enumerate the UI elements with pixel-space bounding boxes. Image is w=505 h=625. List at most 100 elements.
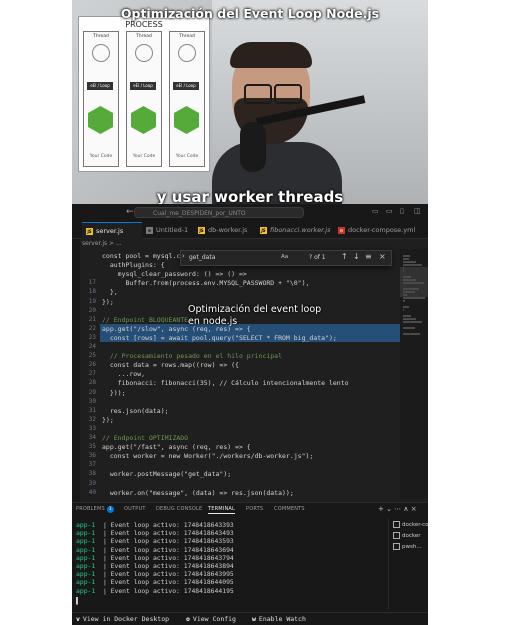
terminal-line: app-1 | Event loop activo: 1748418643894 xyxy=(76,562,234,570)
sidebar-toggle-icon[interactable]: ▯ xyxy=(400,207,410,217)
minimap-line xyxy=(403,309,405,311)
panel-actions[interactable]: + ⌄ ⋯ ∧ × xyxy=(378,505,417,513)
tab-label: fibonacci.worker.js xyxy=(270,226,331,234)
your-code-label: Your Code xyxy=(175,154,199,159)
code-line: // Endpoint BLOQUEANTE xyxy=(102,315,189,324)
layout-icon[interactable]: ▭ xyxy=(372,207,382,217)
line-number: 36 xyxy=(88,452,96,460)
container-name: app-1 xyxy=(76,537,96,546)
thread-label: Thread xyxy=(93,34,109,39)
terminal-line: app-1 | Event loop activo: 1748418644095 xyxy=(76,578,234,586)
terminal-line: app-1 | Event loop activo: 1748418643593 xyxy=(76,537,234,545)
minimap[interactable] xyxy=(400,249,428,499)
code-line: ...row, xyxy=(102,370,146,379)
minimap-line xyxy=(403,264,422,266)
previous-match-icon[interactable]: ↑ xyxy=(341,252,348,261)
log-text: Event loop activo: 1748418643493 xyxy=(110,529,234,538)
command-center[interactable]: Cual_me_DESPIDEN_por_UNTO xyxy=(134,207,304,218)
tab-terminal[interactable]: TERMINAL xyxy=(208,506,236,514)
code-editor[interactable]: 17 18 19 20 21 22 23 24 25 26 27 28 29 30 31 32 33 34 35 36… xyxy=(80,249,400,499)
close-icon[interactable]: × xyxy=(379,252,386,261)
loop-icon xyxy=(178,44,196,62)
js-file-icon: JS xyxy=(260,226,267,234)
video-title: Optimización del Event Loop Node.js xyxy=(120,6,380,21)
loop-icon xyxy=(92,44,110,62)
back-arrow-icon[interactable]: ← xyxy=(126,207,134,217)
line-number: 38 xyxy=(88,470,96,478)
minimap-line xyxy=(403,306,409,308)
window-menu-icon[interactable]: ◫ xyxy=(414,207,424,217)
video-frame: PROCESS Thread eEl / Loop Your Code Thre… xyxy=(72,0,428,625)
code-line: authPlugins: { xyxy=(102,261,165,270)
minimap-line xyxy=(403,294,407,296)
tab-problems[interactable]: PROBLEMS 1 xyxy=(76,506,114,513)
minimap-line xyxy=(403,270,405,272)
line-number: 29 xyxy=(88,388,96,396)
event-loop-label: eEl / Loop xyxy=(130,82,156,90)
event-loop-label: eEl / Loop xyxy=(87,82,113,90)
view-in-docker-desktop[interactable]: v View in Docker Desktop xyxy=(76,615,169,623)
code-line: const [rows] = await pool.query("SELECT … xyxy=(102,333,337,342)
line-number: 20 xyxy=(88,306,96,314)
nodejs-icon xyxy=(131,106,156,134)
minimap-line xyxy=(403,297,425,299)
tab-db-worker-js[interactable]: JS db-worker.js xyxy=(194,222,258,238)
tab-docker-compose-yml[interactable]: ⚙ docker-compose.yml xyxy=(334,222,428,238)
microphone xyxy=(240,122,266,172)
video-caption: y usar worker threads xyxy=(156,188,344,204)
tab-label: Untitled-1 xyxy=(156,226,189,234)
code-line: })); xyxy=(102,388,126,397)
docker-shortcut-bar: v View in Docker Desktop o View Config w En… xyxy=(72,612,428,625)
log-text: Event loop activo: 1748418643393 xyxy=(110,521,234,529)
terminal-instance[interactable]: docker xyxy=(393,532,421,539)
loop-icon xyxy=(135,44,153,62)
terminal-line: app-1 | Event loop activo: 1748418643393 xyxy=(76,521,234,529)
minimap-line xyxy=(403,333,421,335)
terminal-instance-label: docker-co... xyxy=(402,522,428,528)
enable-watch[interactable]: w Enable Watch xyxy=(252,615,306,623)
terminal-instance[interactable]: pwsh... xyxy=(393,543,422,550)
tab-output[interactable]: OUTPUT xyxy=(124,506,146,512)
terminal-instance[interactable]: docker-co... xyxy=(393,521,428,528)
code-line: }); xyxy=(102,415,114,424)
code-line: const worker = new Worker("./workers/db-… xyxy=(102,452,314,461)
tab-debug-console[interactable]: DEBUG CONSOLE xyxy=(156,506,202,512)
js-file-icon: JS xyxy=(86,227,93,235)
tab-server-js[interactable]: JS server.js xyxy=(82,222,142,239)
problems-count-badge: 1 xyxy=(106,506,114,513)
find-in-selection-icon[interactable]: ≡ xyxy=(365,252,372,261)
log-text: Event loop activo: 1748418643593 xyxy=(110,537,234,546)
line-number: 30 xyxy=(88,397,96,405)
line-number: 22 xyxy=(88,324,96,332)
match-case-toggle[interactable]: Aa xyxy=(281,254,288,260)
line-number: 23 xyxy=(88,333,96,341)
container-name: app-1 xyxy=(76,586,96,595)
tab-ports[interactable]: PORTS xyxy=(246,506,263,512)
code-line: const pool = mysql.cr xyxy=(102,252,185,260)
terminal-output[interactable]: app-1 | Event loop activo: 1748418643393… xyxy=(76,521,376,611)
code-line: // Procesamiento pesado en el hilo princ… xyxy=(102,352,283,361)
line-number: 26 xyxy=(88,361,96,369)
shortcut-key: w xyxy=(252,615,256,623)
container-name: app-1 xyxy=(76,521,96,529)
tab-fibonacci-worker-js[interactable]: JS fibonacci.worker.js xyxy=(256,222,336,238)
line-number: 28 xyxy=(88,379,96,387)
code-line: mysql_clear_password: () => () => xyxy=(102,270,247,279)
next-match-icon[interactable]: ↓ xyxy=(353,252,360,261)
tab-comments[interactable]: COMMENTS xyxy=(274,506,305,512)
code-line: }, xyxy=(102,288,118,297)
view-config[interactable]: o View Config xyxy=(186,615,236,623)
log-text: Event loop activo: 1748418644095 xyxy=(110,578,234,587)
command-center-text: Cual_me_DESPIDEN_por_UNTO xyxy=(153,210,246,217)
panel-toggle-icon[interactable]: ▭ xyxy=(386,207,396,217)
vscode-window: ← → Cual_me_DESPIDEN_por_UNTO ▭ ▭ ▯ ◫ JS… xyxy=(72,204,428,625)
line-number: 18 xyxy=(88,288,96,296)
line-number: 37 xyxy=(88,461,96,469)
container-name: app-1 xyxy=(76,578,96,587)
breadcrumb[interactable]: server.js > ... xyxy=(82,239,122,249)
tab-untitled-1[interactable]: ≡ Untitled-1 xyxy=(142,222,202,238)
separator: | xyxy=(95,570,111,579)
line-number: 40 xyxy=(88,488,96,496)
minimap-line xyxy=(403,267,405,269)
chevron-right-icon[interactable]: › xyxy=(182,252,185,260)
